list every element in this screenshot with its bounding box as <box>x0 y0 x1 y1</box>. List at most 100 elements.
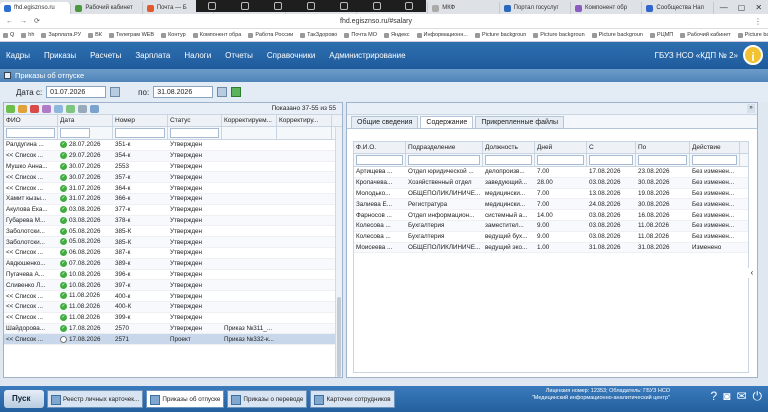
apply-filter-icon[interactable] <box>231 87 242 97</box>
menu-icon[interactable]: ⋮ <box>754 17 762 26</box>
info-icon[interactable]: i <box>743 45 763 65</box>
table-row[interactable]: Пугачева А... ✓ 10.08.2026 396-к Утвержден <box>4 270 342 281</box>
table-row[interactable]: << Список ... ✓ 30.07.2026 357-к Утвержден <box>4 172 342 184</box>
add-icon[interactable] <box>6 104 15 113</box>
scrollbar-thumb[interactable] <box>337 297 341 377</box>
menu-item[interactable]: Администрирование <box>329 51 405 60</box>
print-icon[interactable] <box>54 104 63 113</box>
bookmark-item[interactable]: Picture backgroun <box>474 32 526 38</box>
table-row[interactable]: Мушко Анна... ✓ 30.07.2026 2553 Утвержден <box>4 162 342 173</box>
department-filter-input[interactable] <box>408 155 480 165</box>
details-tab[interactable]: Содержание <box>420 116 474 128</box>
table-row[interactable]: Молодько... ОБЩЕПОЛИКЛИНИЧЕ... медицински.… <box>354 189 748 200</box>
browser-tab[interactable]: Сообщества Нап <box>642 2 714 14</box>
bookmark-item[interactable]: Яндекс <box>384 32 410 38</box>
table-row[interactable]: Колесова ... Бухгалтерия ведущий бух... 9.0… <box>354 232 748 243</box>
column-header[interactable]: С <box>587 142 636 153</box>
from-filter-input[interactable] <box>589 155 633 165</box>
bookmark-item[interactable]: Контур <box>161 32 186 38</box>
back-icon[interactable]: ← <box>6 18 13 25</box>
browser-tab[interactable]: Портал госуслуг <box>500 2 571 14</box>
tool-icon[interactable] <box>241 2 250 10</box>
date-to-input[interactable]: 31.08.2026 <box>153 86 214 98</box>
taskbar-item[interactable]: Карточки сотрудников <box>310 390 395 408</box>
table-row[interactable]: Акулова Ека... ✓ 03.08.2026 377-к Утвержден <box>4 205 342 216</box>
taskbar-item[interactable]: Реестр личных карточек... <box>47 390 144 408</box>
table-row[interactable]: Заболотски... ✓ 05.08.2026 385-К Утвержден <box>4 226 342 238</box>
column-header[interactable]: Ф.И.О. <box>354 142 406 153</box>
tool-icon[interactable] <box>306 2 315 10</box>
table-row[interactable]: Ралдугина ... ✓ 28.07.2026 351-к Утвержден <box>4 140 342 151</box>
number-filter-input[interactable] <box>115 128 165 138</box>
minimize-icon[interactable]: — <box>720 3 728 12</box>
delete-icon[interactable] <box>30 104 39 113</box>
menu-item[interactable]: Налоги <box>184 51 211 60</box>
column-header[interactable]: Должность <box>483 142 535 153</box>
table-row[interactable]: << Список ... ✓ 11.08.2026 400-к Утвержден <box>4 291 342 302</box>
table-row[interactable]: Авдюшенко... ✓ 07.08.2026 389-к Утвержден <box>4 258 342 270</box>
table-row[interactable]: Фарносов ... Отдел информацион... системны… <box>354 210 748 221</box>
table-row[interactable]: Колесова ... Бухгалтерия заместител... 9.00… <box>354 220 748 232</box>
to-filter-input[interactable] <box>638 155 687 165</box>
start-button[interactable]: Пуск <box>4 390 44 408</box>
column-header[interactable]: Дата <box>58 115 113 126</box>
table-row[interactable]: Залиева Е... Регистратура медицински... 7.0… <box>354 199 748 211</box>
tool-icon[interactable] <box>405 2 414 10</box>
tool-icon[interactable] <box>372 2 381 10</box>
column-header[interactable]: Дней <box>535 142 587 153</box>
table-row[interactable]: << Список ... ✓ 11.08.2026 400-К Утвержден <box>4 301 342 313</box>
screen-tool-overlay[interactable] <box>196 0 426 12</box>
days-filter-input[interactable] <box>537 155 584 165</box>
bookmark-item[interactable]: Picture backgroun <box>533 32 585 38</box>
status-filter-select[interactable] <box>170 128 219 138</box>
calendar-icon[interactable] <box>110 87 121 97</box>
fio-filter-input[interactable] <box>356 155 403 165</box>
bookmark-item[interactable]: ТакЗдорово <box>300 32 337 38</box>
column-header[interactable]: Номер <box>113 115 168 126</box>
column-header[interactable]: Подразделение <box>406 142 483 153</box>
column-header[interactable]: Статус <box>168 115 222 126</box>
column-header[interactable]: ФИО <box>4 115 58 126</box>
help-icon[interactable]: ? <box>711 389 718 404</box>
bookmark-item[interactable]: Зарплата.РУ <box>41 32 81 38</box>
table-row[interactable]: Моисеева ... ОБЩЕПОЛИКЛИНИЧЕ... ведущий эк… <box>354 242 748 254</box>
date-from-input[interactable]: 01.07.2026 <box>46 86 107 98</box>
bookmark-item[interactable]: ВК <box>88 32 102 38</box>
maximize-icon[interactable]: ▢ <box>738 3 746 12</box>
tool-icon[interactable] <box>208 2 217 10</box>
table-row[interactable]: << Список ... ✓ 29.07.2026 354-к Утвержден <box>4 150 342 162</box>
details-tab[interactable]: Прикрепленные файлы <box>475 116 565 128</box>
details-tab[interactable]: Общие сведения <box>351 116 419 128</box>
action-filter-select[interactable] <box>692 155 737 165</box>
bookmark-item[interactable]: Работа России <box>248 32 293 38</box>
bookmark-item[interactable]: Q <box>3 32 14 38</box>
table-row[interactable]: << Список ... ✓ 11.08.2026 399-к Утвержден <box>4 313 342 324</box>
fio-filter-input[interactable] <box>6 128 55 138</box>
tool-icon[interactable] <box>339 2 348 10</box>
refresh-icon[interactable] <box>90 104 99 113</box>
column-header[interactable]: Корректиру... <box>277 115 332 126</box>
table-row[interactable]: Артищева ... Отдел юридической ... делопро… <box>354 167 748 178</box>
table-row[interactable]: Заболотски... ✓ 05.08.2026 385-К Утвержден <box>4 237 342 248</box>
browser-tab[interactable]: Компонент обр <box>571 2 643 14</box>
menu-item[interactable]: Зарплата <box>135 51 170 60</box>
bookmark-item[interactable]: Picture backgroun <box>737 32 768 38</box>
chevron-left-icon[interactable]: ‹ <box>748 268 756 278</box>
menu-item[interactable]: Отчеты <box>225 51 253 60</box>
table-row[interactable]: Сливенко Л... ✓ 10.08.2026 397-к Утвержден <box>4 280 342 292</box>
menu-item[interactable]: Справочники <box>267 51 315 60</box>
logout-icon[interactable]: ⏻ <box>753 389 763 404</box>
bookmark-item[interactable]: Компонент обра <box>192 32 241 38</box>
bookmark-item[interactable]: Телеграм WEB <box>108 32 154 38</box>
table-row[interactable]: Кропачева... Хозяйственный отдел заведующи… <box>354 177 748 189</box>
table-row[interactable]: Шайдорова... ✓ 17.08.2026 2570 Утвержден Прик… <box>4 323 342 335</box>
browser-tab[interactable]: МКФ <box>428 2 500 14</box>
tool-icon[interactable] <box>274 2 283 10</box>
menu-item[interactable]: Приказы <box>44 51 76 60</box>
bookmark-item[interactable]: РЦМП <box>649 32 673 38</box>
table-row[interactable]: Хамит кызы... ✓ 31.07.2026 366-к Утвержден <box>4 193 342 205</box>
url-text[interactable]: fhd.egisznso.ru/#salary <box>340 18 412 25</box>
bookmark-item[interactable]: hh <box>21 32 34 38</box>
bookmark-item[interactable]: Информационн... <box>416 32 468 38</box>
bookmark-item[interactable]: Рабочий кабинет <box>680 32 731 38</box>
